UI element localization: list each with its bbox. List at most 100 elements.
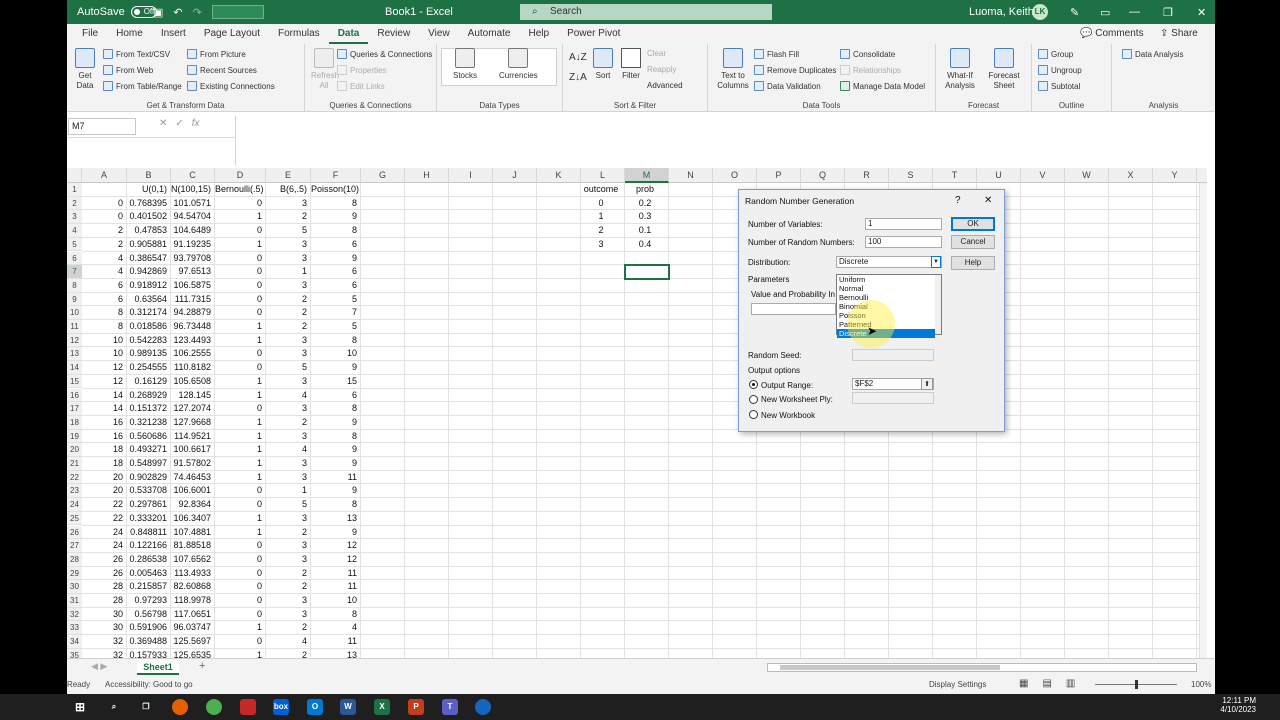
cell-e13[interactable]: 3 [266, 347, 311, 361]
column-header-l[interactable]: L [581, 168, 625, 183]
dropdown-scrollbar[interactable] [935, 275, 941, 334]
cell-e29[interactable]: 2 [266, 567, 311, 581]
column-header-t[interactable]: T [933, 168, 977, 183]
cell-e32[interactable]: 3 [266, 608, 311, 622]
powerpoint-icon[interactable]: P [408, 699, 424, 715]
cell-f18[interactable]: 9 [311, 416, 361, 430]
what-if-button[interactable]: What-If Analysis [942, 48, 978, 91]
cell-f15[interactable]: 15 [311, 375, 361, 389]
column-header-a[interactable]: A [82, 168, 127, 183]
cell-a31[interactable]: 28 [82, 594, 127, 608]
cell-a27[interactable]: 24 [82, 539, 127, 553]
cell-d30[interactable]: 0 [215, 580, 266, 594]
cell-c13[interactable]: 106.2555 [171, 347, 215, 361]
cell-c28[interactable]: 107.6562 [171, 553, 215, 567]
row-header-12[interactable]: 12 [67, 333, 82, 348]
cell-b31[interactable]: 0.97293 [127, 594, 171, 608]
cell-c23[interactable]: 106.6001 [171, 484, 215, 498]
tab-file[interactable]: File [73, 24, 107, 44]
edit-links-button[interactable]: Edit Links [337, 81, 385, 91]
column-header-r[interactable]: R [845, 168, 889, 183]
select-all-corner[interactable] [67, 168, 82, 183]
distribution-select[interactable]: Discrete ▼ [836, 256, 942, 268]
row-header-14[interactable]: 14 [67, 361, 82, 375]
cell-a11[interactable]: 8 [82, 320, 127, 334]
cell-c21[interactable]: 91.57802 [171, 457, 215, 471]
app-icon[interactable] [475, 699, 491, 715]
outlook-icon[interactable]: O [307, 699, 323, 715]
cell-d11[interactable]: 1 [215, 320, 266, 334]
cell-d8[interactable]: 0 [215, 279, 266, 293]
cell-e12[interactable]: 3 [266, 334, 311, 348]
cell-e20[interactable]: 4 [266, 443, 311, 457]
column-header-x[interactable]: X [1109, 168, 1153, 183]
share-button[interactable]: ⇪ Share [1151, 24, 1207, 44]
remove-duplicates-button[interactable]: Remove Duplicates [754, 65, 836, 75]
column-header-n[interactable]: N [669, 168, 713, 183]
cell-a5[interactable]: 2 [82, 238, 127, 252]
option-uniform[interactable]: Uniform [837, 275, 935, 284]
cell-d28[interactable]: 0 [215, 553, 266, 567]
cell-b14[interactable]: 0.254555 [127, 361, 171, 375]
column-header-h[interactable]: H [405, 168, 449, 183]
cell-f1[interactable]: Poisson(10) [311, 183, 361, 197]
cell-f20[interactable]: 9 [311, 443, 361, 457]
forecast-sheet-button[interactable]: Forecast Sheet [986, 48, 1022, 91]
tab-formulas[interactable]: Formulas [269, 24, 329, 44]
firefox-icon[interactable] [172, 699, 188, 715]
cell-f14[interactable]: 9 [311, 361, 361, 375]
column-header-u[interactable]: U [977, 168, 1021, 183]
tab-help[interactable]: Help [519, 24, 558, 44]
cell-a30[interactable]: 28 [82, 580, 127, 594]
cell-a20[interactable]: 18 [82, 443, 127, 457]
value-probability-input[interactable] [751, 303, 836, 315]
cell-m1[interactable]: prob [625, 183, 669, 197]
cell-c4[interactable]: 104.6489 [171, 224, 215, 238]
cell-d17[interactable]: 0 [215, 402, 266, 416]
cell-d2[interactable]: 0 [215, 197, 266, 211]
row-header-23[interactable]: 23 [67, 484, 82, 499]
cell-a3[interactable]: 0 [82, 210, 127, 224]
cell-a15[interactable]: 12 [82, 375, 127, 389]
cell-d9[interactable]: 0 [215, 293, 266, 307]
windows-start-icon[interactable]: ⊞ [72, 699, 88, 715]
queries-connections-button[interactable]: Queries & Connections [337, 49, 432, 59]
cell-b23[interactable]: 0.533708 [127, 484, 171, 498]
zoom-level[interactable]: 100% [1191, 680, 1211, 689]
sort-az-icon[interactable]: A↓Z [569, 52, 587, 63]
cell-c20[interactable]: 100.6617 [171, 443, 215, 457]
fx-icon[interactable]: fx [192, 118, 200, 129]
cell-b6[interactable]: 0.386547 [127, 252, 171, 266]
cell-b26[interactable]: 0.848811 [127, 526, 171, 540]
cell-e34[interactable]: 4 [266, 635, 311, 649]
clock[interactable]: 12:11 PM 4/10/2023 [1206, 696, 1256, 714]
output-range-input[interactable]: $F$2 ⬆ [852, 378, 934, 390]
cell-f16[interactable]: 6 [311, 389, 361, 403]
cell-c32[interactable]: 117.0651 [171, 608, 215, 622]
row-header-30[interactable]: 30 [67, 580, 82, 594]
undo-icon[interactable]: ↶ [173, 6, 182, 19]
cell-a8[interactable]: 6 [82, 279, 127, 293]
row-header-3[interactable]: 3 [67, 210, 82, 225]
relationships-button[interactable]: Relationships [840, 65, 901, 75]
cell-b16[interactable]: 0.268929 [127, 389, 171, 403]
cell-l2[interactable]: 0 [581, 197, 625, 211]
cell-c5[interactable]: 91.19235 [171, 238, 215, 252]
row-header-27[interactable]: 27 [67, 539, 82, 553]
cell-b33[interactable]: 0.591906 [127, 621, 171, 635]
user-avatar[interactable]: LK [1032, 0, 1048, 24]
cell-d27[interactable]: 0 [215, 539, 266, 553]
cell-f30[interactable]: 11 [311, 580, 361, 594]
cell-a13[interactable]: 10 [82, 347, 127, 361]
cell-f28[interactable]: 12 [311, 553, 361, 567]
cell-d14[interactable]: 0 [215, 361, 266, 375]
data-analysis-button[interactable]: Data Analysis [1122, 49, 1183, 59]
column-header-m[interactable]: M [625, 168, 669, 183]
acrobat-icon[interactable] [240, 699, 256, 715]
cell-b20[interactable]: 0.493271 [127, 443, 171, 457]
cell-e3[interactable]: 2 [266, 210, 311, 224]
cell-a22[interactable]: 20 [82, 471, 127, 485]
row-header-15[interactable]: 15 [67, 374, 82, 389]
cell-f17[interactable]: 8 [311, 402, 361, 416]
cell-c14[interactable]: 110.8182 [171, 361, 215, 375]
